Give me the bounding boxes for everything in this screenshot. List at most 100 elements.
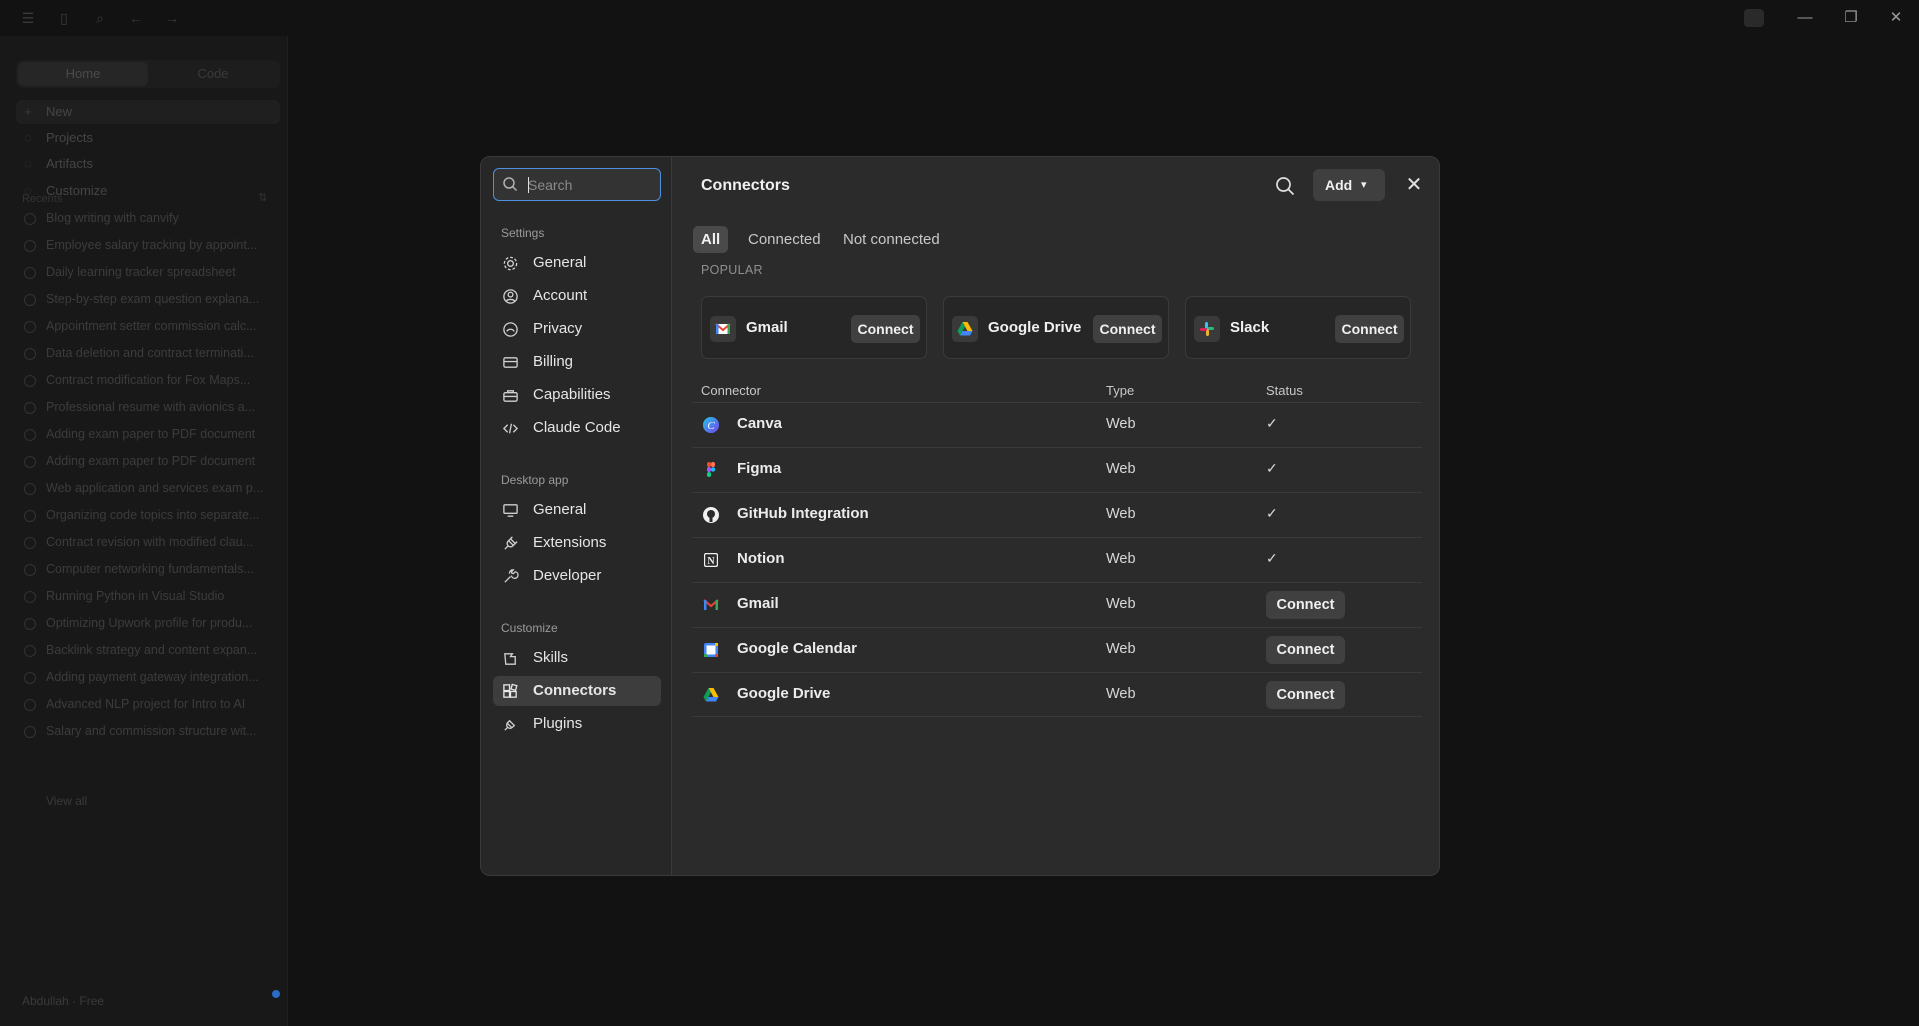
artifacts-icon: ◌: [24, 156, 32, 171]
svg-text:C: C: [707, 420, 715, 432]
skills-icon: [502, 650, 519, 667]
customize-item-plugins[interactable]: Plugins: [493, 709, 661, 739]
view-all-link[interactable]: View all: [46, 794, 87, 808]
connect-button[interactable]: Connect: [1335, 315, 1404, 343]
checkmark-icon: ✓: [1266, 505, 1278, 521]
settings-item-label: Developer: [533, 567, 602, 584]
customize-item-connectors[interactable]: Connectors: [493, 676, 661, 706]
recent-chat-item[interactable]: Advanced NLP project for Intro to AI: [22, 694, 272, 714]
slack-icon: [1194, 316, 1220, 342]
recent-chat-item[interactable]: Contract modification for Fox Maps...: [22, 370, 272, 390]
account-icon: [502, 288, 519, 305]
search-icon[interactable]: [1274, 175, 1296, 197]
customize-item-skills[interactable]: Skills: [493, 643, 661, 673]
recent-chat-item[interactable]: Backlink strategy and content expan...: [22, 640, 272, 660]
recent-chat-item[interactable]: Adding payment gateway integration...: [22, 667, 272, 687]
desktop-item-extensions[interactable]: Extensions: [493, 528, 661, 558]
popular-card-gmail[interactable]: Gmail Connect: [701, 296, 927, 359]
search-icon[interactable]: ⌕: [92, 10, 108, 26]
settings-search[interactable]: [493, 168, 661, 201]
table-row[interactable]: Gmail Web Connect: [692, 582, 1422, 627]
filter-not-connected[interactable]: Not connected: [835, 226, 948, 253]
section-heading-settings: Settings: [501, 226, 545, 240]
recent-chat-item[interactable]: Blog writing with canvify: [22, 208, 272, 228]
app-sidebar: Home Code + New ◌ Projects ◌ Artifacts ◌ Cus…: [0, 36, 288, 1026]
recent-chat-item[interactable]: Organizing code topics into separate...: [22, 505, 272, 525]
settings-modal: Settings General Account Privacy Billing…: [480, 156, 1440, 876]
ghost-icon[interactable]: [1744, 9, 1764, 27]
recent-chat-item[interactable]: Daily learning tracker spreadsheet: [22, 262, 272, 282]
sidebar-item-projects[interactable]: ◌ Projects: [16, 126, 280, 150]
connector-name: Google Calendar: [737, 640, 858, 657]
maximize-icon[interactable]: ❐: [1840, 8, 1862, 28]
section-heading-desktop: Desktop app: [501, 473, 569, 487]
sidebar-item-label: Projects: [46, 130, 93, 145]
google-drive-icon: [952, 316, 978, 342]
table-row[interactable]: C Canva Web ✓: [692, 402, 1422, 447]
recent-chat-item[interactable]: Data deletion and contract terminati...: [22, 343, 272, 363]
recent-chat-item[interactable]: Web application and services exam p...: [22, 478, 272, 498]
sidebar-toggle-icon[interactable]: ▯: [56, 10, 72, 26]
column-header-status[interactable]: Status: [1266, 383, 1303, 398]
minimize-icon[interactable]: —: [1794, 8, 1816, 28]
filter-all[interactable]: All: [693, 226, 729, 253]
recent-chat-item[interactable]: Appointment setter commission calc...: [22, 316, 272, 336]
table-row[interactable]: Google Drive Web Connect: [692, 672, 1422, 717]
recent-chat-item[interactable]: Contract revision with modified clau...: [22, 532, 272, 552]
close-button[interactable]: ✕: [1399, 170, 1429, 200]
user-menu[interactable]: Abdullah · Free: [22, 994, 104, 1008]
recent-chat-item[interactable]: Optimizing Upwork profile for produ...: [22, 613, 272, 633]
recent-chat-item[interactable]: Step-by-step exam question explana...: [22, 289, 272, 309]
recent-chat-item[interactable]: Adding exam paper to PDF document: [22, 424, 272, 444]
forward-icon[interactable]: →: [164, 10, 180, 26]
credit-card-icon: [502, 354, 519, 371]
svg-text:N: N: [707, 556, 715, 567]
recents-toggle-icon[interactable]: ⇅: [258, 191, 267, 204]
sidebar-item-artifacts[interactable]: ◌ Artifacts: [16, 152, 280, 176]
settings-item-capabilities[interactable]: Capabilities: [493, 380, 661, 410]
table-row[interactable]: Google Calendar Web Connect: [692, 627, 1422, 672]
popular-card-google-drive[interactable]: Google Drive Connect: [943, 296, 1169, 359]
table-row[interactable]: Figma Web ✓: [692, 447, 1422, 492]
settings-item-billing[interactable]: Billing: [493, 347, 661, 377]
sidebar-item-new[interactable]: + New: [16, 100, 280, 124]
recent-chat-item[interactable]: Employee salary tracking by appoint...: [22, 235, 272, 255]
tab-home[interactable]: Home: [18, 62, 148, 86]
settings-item-label: Plugins: [533, 715, 583, 732]
connectors-panel: Connectors Add ▾ ✕ All Connected Not con…: [672, 157, 1439, 875]
settings-item-label: Account: [533, 287, 588, 304]
connect-button[interactable]: Connect: [851, 315, 920, 343]
tab-code[interactable]: Code: [148, 62, 278, 86]
connect-button[interactable]: Connect: [1093, 315, 1162, 343]
popular-card-slack[interactable]: Slack Connect: [1185, 296, 1411, 359]
chevron-down-icon: ▾: [1361, 179, 1367, 191]
connector-type: Web: [1106, 641, 1136, 657]
close-window-icon[interactable]: ✕: [1885, 8, 1907, 28]
search-input[interactable]: [528, 174, 654, 196]
settings-item-privacy[interactable]: Privacy: [493, 314, 661, 344]
connect-button[interactable]: Connect: [1266, 636, 1345, 664]
recent-chat-item[interactable]: Professional resume with avionics a...: [22, 397, 272, 417]
settings-item-claude-code[interactable]: Claude Code: [493, 413, 661, 443]
table-row[interactable]: GitHub Integration Web ✓: [692, 492, 1422, 537]
add-button[interactable]: Add ▾: [1313, 169, 1385, 201]
settings-item-general[interactable]: General: [493, 248, 661, 278]
menu-icon[interactable]: ☰: [20, 10, 36, 26]
recent-chat-item[interactable]: Adding exam paper to PDF document: [22, 451, 272, 471]
connect-button[interactable]: Connect: [1266, 681, 1345, 709]
column-header-type[interactable]: Type: [1106, 383, 1134, 398]
settings-item-account[interactable]: Account: [493, 281, 661, 311]
column-header-connector[interactable]: Connector: [701, 383, 761, 398]
filter-connected[interactable]: Connected: [740, 226, 829, 253]
desktop-item-developer[interactable]: Developer: [493, 561, 661, 591]
back-icon[interactable]: ←: [128, 10, 144, 26]
recent-chat-item[interactable]: Running Python in Visual Studio: [22, 586, 272, 606]
settings-sidebar: Settings General Account Privacy Billing…: [481, 157, 672, 875]
recent-chat-item[interactable]: Computer networking fundamentals...: [22, 559, 272, 579]
connect-button[interactable]: Connect: [1266, 591, 1345, 619]
desktop-item-general[interactable]: General: [493, 495, 661, 525]
recent-chat-item[interactable]: Salary and commission structure wit...: [22, 721, 272, 741]
privacy-icon: [502, 321, 519, 338]
connector-type: Web: [1106, 551, 1136, 567]
table-row[interactable]: N Notion Web ✓: [692, 537, 1422, 582]
